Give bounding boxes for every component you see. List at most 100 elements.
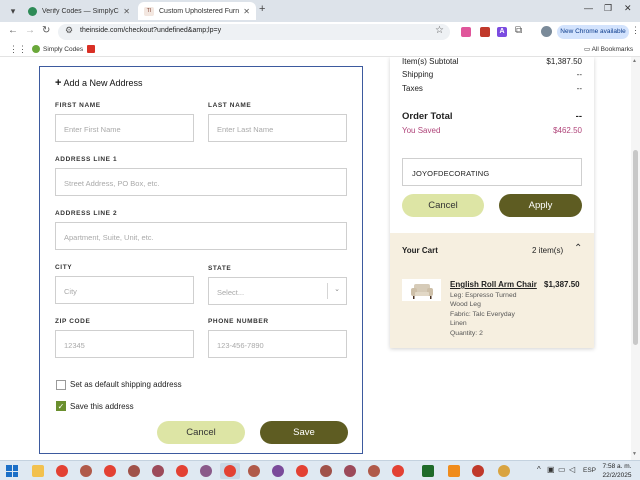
apply-promo-button[interactable]: Apply	[499, 194, 582, 217]
promo-code-input[interactable]: JOYOFDECORATING	[402, 158, 582, 186]
tab-title: Custom Upholstered Furniture	[159, 7, 240, 15]
system-clock[interactable]: 7:58 a. m. 22/2/2025	[600, 462, 634, 480]
taskbar-app-icon[interactable]	[468, 463, 488, 479]
sublime-text-icon[interactable]	[444, 463, 464, 479]
scroll-up-arrow-icon[interactable]: ▲	[632, 58, 637, 64]
chevron-down-icon[interactable]: ⌄	[334, 285, 340, 293]
windows-start-icon[interactable]	[6, 465, 18, 477]
subtotal-label: Item(s) Subtotal	[402, 57, 459, 66]
chrome-taskbar-icon[interactable]	[52, 463, 72, 479]
city-placeholder: City	[64, 287, 77, 296]
file-explorer-icon[interactable]	[28, 463, 48, 479]
cart-panel: Your Cart 2 item(s) ⌃ English Roll Arm C…	[390, 233, 594, 348]
volume-icon[interactable]: ◁	[569, 465, 575, 474]
taskbar-app-icon[interactable]	[268, 463, 288, 479]
taskbar-app-icon[interactable]	[364, 463, 384, 479]
language-indicator[interactable]: ESP	[583, 467, 596, 474]
profile-avatar[interactable]	[541, 26, 552, 37]
taskbar-app-icon[interactable]	[124, 463, 144, 479]
address-line1-input[interactable]: Street Address, PO Box, etc.	[55, 168, 347, 196]
chrome-taskbar-icon[interactable]	[172, 463, 192, 479]
zip-code-input[interactable]: 12345	[55, 330, 194, 358]
tab-strip: ▾ Verify Codes — SimplyCodes ✕ TI Custom…	[0, 0, 640, 22]
all-bookmarks-label: All Bookmarks	[591, 46, 634, 53]
tab-search-icon[interactable]: ▾	[5, 3, 21, 19]
cancel-address-button[interactable]: Cancel	[157, 421, 245, 444]
first-name-placeholder: Enter First Name	[64, 125, 121, 134]
chrome-taskbar-icon[interactable]	[220, 463, 240, 479]
form-heading: + Add a New Address	[55, 77, 142, 89]
site-info-icon[interactable]: ⚙	[65, 25, 73, 36]
restore-icon[interactable]: ❐	[604, 3, 612, 14]
tray-chevron-up-icon[interactable]: ^	[537, 465, 541, 474]
back-icon[interactable]: ←	[8, 25, 18, 36]
product-quantity: Quantity: 2	[450, 330, 483, 337]
product-leg-line1: Leg: Espresso Turned	[450, 292, 517, 299]
tab-verify-codes[interactable]: Verify Codes — SimplyCodes ✕	[22, 2, 136, 20]
taskbar-app-icon[interactable]	[494, 463, 514, 479]
promo-cancel-button[interactable]: Cancel	[402, 194, 484, 217]
taskbar-app-icon[interactable]	[148, 463, 168, 479]
folder-icon: ▭	[584, 46, 592, 53]
bookmark-simply-codes[interactable]: Simply Codes	[32, 45, 83, 53]
address-bar[interactable]: ⚙ theinside.com/checkout?undefined&amp;l…	[58, 24, 450, 40]
tab-title: Verify Codes — SimplyCodes	[42, 7, 119, 15]
apps-grid-icon[interactable]: ⋮⋮	[9, 44, 27, 55]
last-name-input[interactable]: Enter Last Name	[208, 114, 347, 142]
new-tab-icon[interactable]: +	[259, 3, 265, 15]
product-fabric-line1: Fabric: Talc Everyday	[450, 311, 515, 318]
scroll-down-arrow-icon[interactable]: ▼	[632, 451, 637, 457]
address-line1-placeholder: Street Address, PO Box, etc.	[64, 179, 160, 188]
address-line2-input[interactable]: Apartment, Suite, Unit, etc.	[55, 222, 347, 250]
taskbar-app-icon[interactable]	[196, 463, 216, 479]
browser-menu-icon[interactable]: ⋮	[631, 25, 640, 36]
close-tab-icon[interactable]: ✕	[123, 7, 130, 16]
windows-taskbar: ^ ▣ ▭ ◁ ESP 7:58 a. m. 22/2/2025	[0, 460, 640, 480]
save-address-label[interactable]: Save this address	[70, 402, 134, 411]
terminal-icon[interactable]	[418, 463, 438, 479]
shipping-label: Shipping	[402, 70, 434, 79]
tray-app-icon[interactable]: ▣	[547, 465, 555, 474]
first-name-input[interactable]: Enter First Name	[55, 114, 194, 142]
last-name-placeholder: Enter Last Name	[217, 125, 274, 134]
taskbar-app-icon[interactable]	[244, 463, 264, 479]
default-shipping-label[interactable]: Set as default shipping address	[70, 380, 182, 389]
address-line2-label: ADDRESS LINE 2	[55, 210, 118, 217]
product-name-link[interactable]: English Roll Arm Chair	[450, 280, 537, 289]
close-window-icon[interactable]: ✕	[624, 3, 632, 14]
product-price: $1,387.50	[544, 280, 580, 289]
save-address-button[interactable]: Save	[260, 421, 348, 444]
gmail-icon	[87, 45, 95, 53]
extension-icon[interactable]	[461, 27, 471, 37]
extensions-puzzle-icon[interactable]: ⧉	[515, 25, 522, 36]
all-bookmarks[interactable]: ▭ All Bookmarks	[584, 45, 633, 53]
taskbar-app-icon[interactable]	[340, 463, 360, 479]
tab-custom-upholstered[interactable]: TI Custom Upholstered Furniture ✕	[138, 2, 256, 20]
bookmark-label: Simply Codes	[43, 45, 84, 53]
forward-icon[interactable]: →	[25, 25, 35, 36]
address-line1-label: ADDRESS LINE 1	[55, 156, 118, 163]
bookmark-gmail[interactable]	[87, 45, 98, 53]
scrollbar-thumb[interactable]	[633, 150, 638, 345]
state-select[interactable]: Select... ⌄	[208, 277, 347, 305]
chevron-up-icon[interactable]: ⌃	[574, 243, 582, 254]
new-chrome-available-button[interactable]: New Chrome available	[557, 25, 629, 39]
network-icon[interactable]: ▭	[558, 465, 566, 474]
chrome-taskbar-icon[interactable]	[292, 463, 312, 479]
chrome-taskbar-icon[interactable]	[388, 463, 408, 479]
subtotal-value: $1,387.50	[546, 57, 582, 66]
extension-badge-icon[interactable]	[480, 27, 490, 37]
default-shipping-checkbox[interactable]	[56, 380, 66, 390]
chrome-taskbar-icon[interactable]	[100, 463, 120, 479]
close-tab-icon[interactable]: ✕	[243, 7, 250, 16]
taskbar-app-icon[interactable]	[76, 463, 96, 479]
phone-number-input[interactable]: 123-456-7890	[208, 330, 347, 358]
product-thumbnail[interactable]	[402, 279, 441, 301]
city-input[interactable]: City	[55, 276, 194, 304]
extension-a-icon[interactable]: A	[497, 27, 507, 37]
minimize-icon[interactable]: —	[584, 3, 593, 13]
save-address-checkbox[interactable]: ✓	[56, 401, 66, 411]
reload-icon[interactable]: ↻	[42, 25, 50, 36]
bookmark-star-icon[interactable]: ☆	[435, 25, 444, 36]
taskbar-app-icon[interactable]	[316, 463, 336, 479]
